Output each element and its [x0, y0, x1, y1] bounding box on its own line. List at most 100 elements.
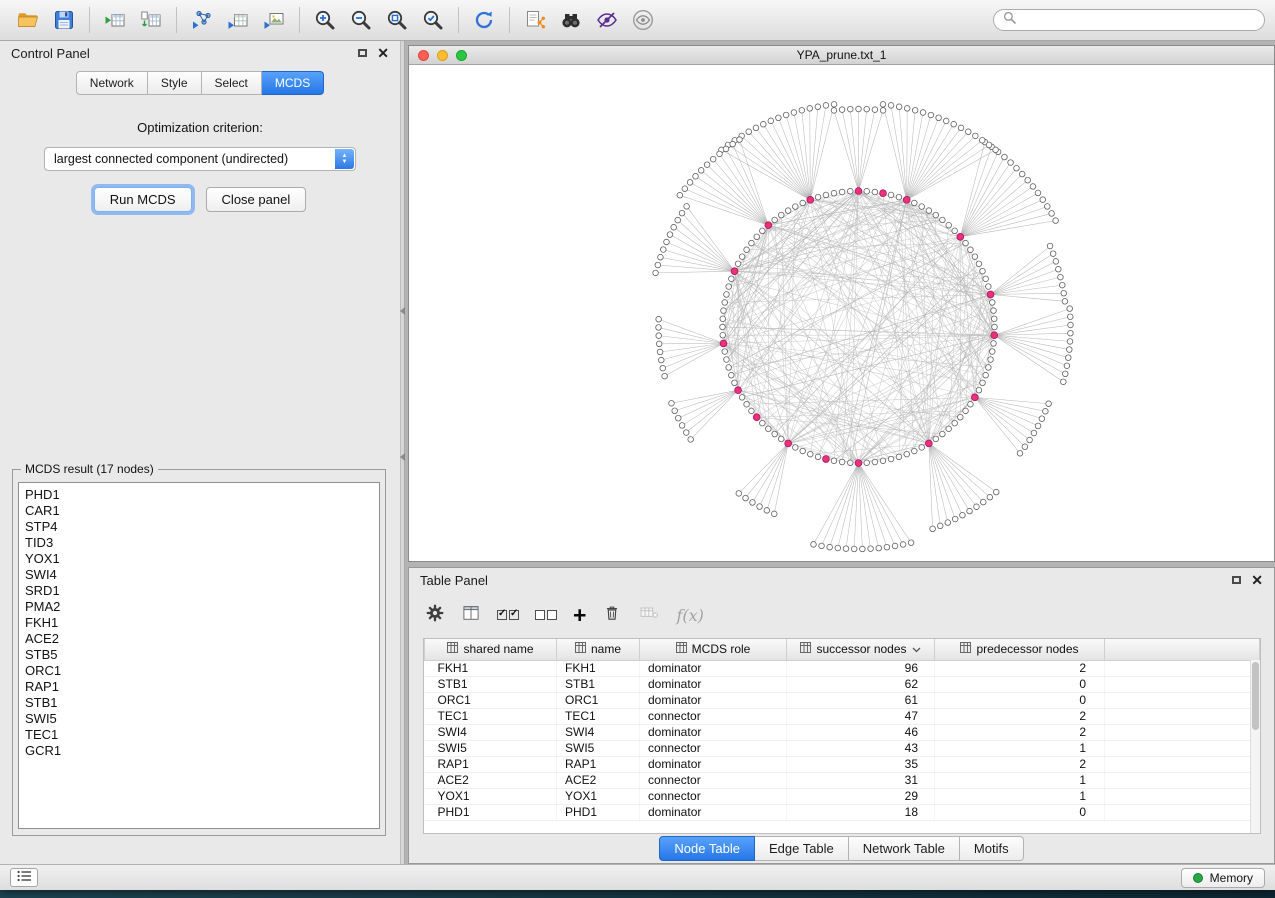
table-row[interactable]: TEC1TEC1connector472 — [425, 708, 1260, 724]
table-row[interactable]: SWI5SWI5connector431 — [425, 740, 1260, 756]
apply-layout-button[interactable] — [466, 4, 502, 36]
copy-network-button[interactable] — [517, 4, 553, 36]
cell-predecessor-nodes[interactable]: 2 — [935, 708, 1105, 724]
cell-mcds-role[interactable]: dominator — [640, 692, 787, 708]
cell-successor-nodes[interactable]: 31 — [787, 772, 935, 788]
cell-successor-nodes[interactable]: 96 — [787, 660, 935, 676]
cell-successor-nodes[interactable]: 18 — [787, 804, 935, 820]
cell-name[interactable]: SWI4 — [557, 724, 640, 740]
cell-shared-name[interactable]: STB1 — [425, 676, 557, 692]
mcds-result-item[interactable]: STB1 — [25, 695, 379, 711]
cell-mcds-role[interactable]: connector — [640, 708, 787, 724]
cell-successor-nodes[interactable]: 35 — [787, 756, 935, 772]
table-row[interactable]: RAP1RAP1dominator352 — [425, 756, 1260, 772]
mcds-result-item[interactable]: SWI4 — [25, 567, 379, 583]
import-network-table-button[interactable] — [220, 4, 256, 36]
add-column-button[interactable]: + — [573, 605, 586, 625]
open-session-button[interactable] — [10, 4, 46, 36]
scrollbar-thumb[interactable] — [1252, 662, 1259, 730]
mcds-result-item[interactable]: SRD1 — [25, 583, 379, 599]
network-window-titlebar[interactable]: YPA_prune.txt_1 — [409, 46, 1274, 65]
column-header-mcds-role[interactable]: MCDS role — [640, 639, 787, 660]
run-mcds-button[interactable]: Run MCDS — [94, 187, 192, 212]
minimize-window-button[interactable] — [437, 50, 448, 61]
cell-predecessor-nodes[interactable]: 1 — [935, 740, 1105, 756]
zoom-in-button[interactable] — [307, 4, 343, 36]
cell-successor-nodes[interactable]: 46 — [787, 724, 935, 740]
close-panel-action-button[interactable]: Close panel — [206, 187, 307, 212]
cell-name[interactable]: STB1 — [557, 676, 640, 692]
cell-name[interactable]: FKH1 — [557, 660, 640, 676]
float-panel-button[interactable] — [358, 49, 367, 57]
cell-shared-name[interactable]: SWI5 — [425, 740, 557, 756]
column-header-name[interactable]: name — [557, 639, 640, 660]
cell-shared-name[interactable]: FKH1 — [425, 660, 557, 676]
maximize-window-button[interactable] — [456, 50, 467, 61]
table-row[interactable]: YOX1YOX1connector291 — [425, 788, 1260, 804]
show-graphics-button[interactable] — [625, 4, 661, 36]
task-history-button[interactable] — [10, 868, 38, 887]
mcds-result-item[interactable]: STB5 — [25, 647, 379, 663]
cell-mcds-role[interactable]: dominator — [640, 676, 787, 692]
cell-predecessor-nodes[interactable]: 2 — [935, 660, 1105, 676]
mcds-result-item[interactable]: PMA2 — [25, 599, 379, 615]
cell-mcds-role[interactable]: dominator — [640, 804, 787, 820]
import-table-url-button[interactable] — [133, 4, 169, 36]
network-graph[interactable] — [409, 65, 1274, 561]
network-canvas[interactable] — [409, 65, 1274, 561]
cell-mcds-role[interactable]: connector — [640, 772, 787, 788]
cell-predecessor-nodes[interactable]: 1 — [935, 772, 1105, 788]
column-header-predecessor-nodes[interactable]: predecessor nodes — [935, 639, 1105, 660]
column-header-successor-nodes[interactable]: successor nodes — [787, 639, 935, 660]
close-panel-button[interactable]: ✕ — [377, 48, 389, 58]
cell-predecessor-nodes[interactable]: 0 — [935, 676, 1105, 692]
cell-predecessor-nodes[interactable]: 0 — [935, 692, 1105, 708]
table-scrollbar[interactable] — [1250, 660, 1260, 833]
search-network-button[interactable] — [553, 4, 589, 36]
tab-network-table[interactable]: Network Table — [849, 836, 960, 861]
cell-shared-name[interactable]: ACE2 — [425, 772, 557, 788]
cell-shared-name[interactable]: SWI4 — [425, 724, 557, 740]
zoom-fit-button[interactable] — [379, 4, 415, 36]
table-row[interactable]: FKH1FKH1dominator962 — [425, 660, 1260, 676]
tab-select[interactable]: Select — [202, 71, 262, 95]
mcds-result-item[interactable]: YOX1 — [25, 551, 379, 567]
function-builder-button[interactable]: f(x) — [676, 606, 703, 625]
panel-splitter[interactable] — [400, 41, 405, 864]
cell-name[interactable]: RAP1 — [557, 756, 640, 772]
deselect-all-button[interactable] — [535, 610, 557, 620]
tab-network[interactable]: Network — [76, 71, 148, 95]
zoom-selected-button[interactable] — [415, 4, 451, 36]
cell-name[interactable]: YOX1 — [557, 788, 640, 804]
tab-motifs[interactable]: Motifs — [960, 836, 1024, 861]
mcds-result-item[interactable]: SWI5 — [25, 711, 379, 727]
table-row[interactable]: SWI4SWI4dominator462 — [425, 724, 1260, 740]
column-header-shared-name[interactable]: shared name — [425, 639, 557, 660]
cell-shared-name[interactable]: RAP1 — [425, 756, 557, 772]
cell-predecessor-nodes[interactable]: 0 — [935, 804, 1105, 820]
cell-mcds-role[interactable]: connector — [640, 740, 787, 756]
cell-shared-name[interactable]: PHD1 — [425, 804, 557, 820]
cell-successor-nodes[interactable]: 62 — [787, 676, 935, 692]
cell-mcds-role[interactable]: dominator — [640, 756, 787, 772]
mcds-result-item[interactable]: GCR1 — [25, 743, 379, 759]
cell-successor-nodes[interactable]: 47 — [787, 708, 935, 724]
table-row[interactable]: ORC1ORC1dominator610 — [425, 692, 1260, 708]
mcds-result-item[interactable]: ORC1 — [25, 663, 379, 679]
cell-predecessor-nodes[interactable]: 1 — [935, 788, 1105, 804]
mcds-result-item[interactable]: CAR1 — [25, 503, 379, 519]
cell-mcds-role[interactable]: dominator — [640, 724, 787, 740]
select-all-button[interactable] — [497, 610, 519, 620]
mcds-result-item[interactable]: ACE2 — [25, 631, 379, 647]
close-table-panel-button[interactable]: ✕ — [1251, 575, 1263, 585]
mcds-result-item[interactable]: STP4 — [25, 519, 379, 535]
criterion-select[interactable]: largest connected component (undirected)… — [44, 147, 356, 171]
table-settings-button[interactable] — [425, 603, 445, 628]
cell-name[interactable]: ORC1 — [557, 692, 640, 708]
cell-predecessor-nodes[interactable]: 2 — [935, 756, 1105, 772]
show-columns-button[interactable] — [461, 603, 481, 628]
network-search-box[interactable] — [993, 9, 1265, 31]
import-table-button[interactable] — [97, 4, 133, 36]
cell-shared-name[interactable]: TEC1 — [425, 708, 557, 724]
cell-successor-nodes[interactable]: 43 — [787, 740, 935, 756]
